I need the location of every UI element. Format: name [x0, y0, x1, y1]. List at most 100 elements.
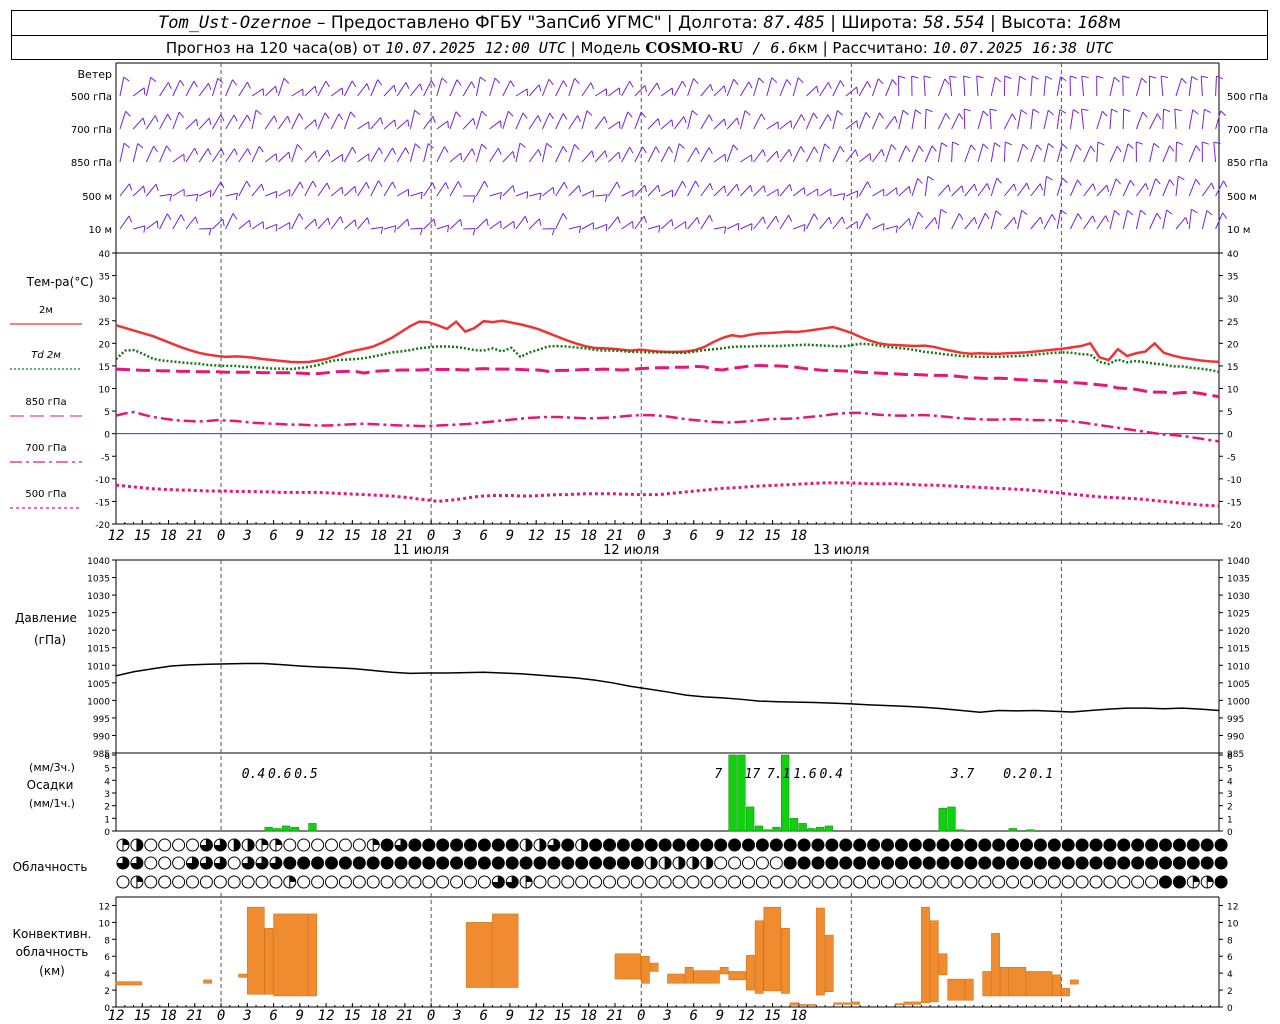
wind-barb-staff	[317, 182, 328, 197]
wind-barb-staff	[700, 214, 710, 230]
time-tick-label: 3	[242, 1008, 251, 1024]
temp-ytick-label: -10	[1227, 476, 1242, 486]
temp-ytick-label-left: 0	[104, 431, 110, 441]
wind-barb-staff	[475, 110, 483, 130]
time-tick-label: 21	[186, 1008, 203, 1024]
wind-barb-flag	[996, 177, 1002, 184]
wind-barb-staff	[225, 192, 238, 197]
cloud-cover-symbol	[227, 856, 241, 870]
wind-barb-staff	[687, 147, 697, 163]
wind-barb-flag	[1032, 108, 1040, 114]
cloud-cover-symbol	[1214, 856, 1228, 870]
wind-barb-flag	[195, 119, 199, 127]
wind-barb-staff	[858, 81, 868, 97]
cloud-cover-symbol	[630, 875, 644, 889]
wind-barb-staff	[185, 118, 197, 130]
cloud-cover-symbol	[311, 875, 325, 889]
wind-barb-staff	[621, 146, 631, 163]
convective-bar	[833, 1002, 852, 1005]
cloud-cover-symbol	[394, 875, 408, 889]
pres-ytick-label-right: 1010	[1227, 662, 1250, 672]
wind-barb-flag	[1005, 141, 1012, 146]
cloud-cover-symbol	[686, 838, 700, 852]
precip-bar	[772, 826, 781, 832]
wind-barb-staff	[634, 215, 645, 230]
wind-barb-staff	[858, 181, 869, 197]
cloud-cover-symbol	[1131, 856, 1145, 870]
wind-barb-flag	[351, 146, 357, 154]
precip-bar	[807, 828, 816, 832]
wind-barb-flag	[949, 75, 957, 78]
cloud-cover-symbol	[894, 856, 908, 870]
wind-barb-flag	[656, 82, 661, 90]
convective-bar	[264, 928, 274, 995]
cloud-cover-fill	[581, 839, 588, 851]
wind-barb-staff	[740, 184, 751, 197]
precip-3h-total: 0.1	[1030, 767, 1053, 782]
wind-barb-staff	[449, 111, 457, 130]
wind-barb-staff	[779, 214, 790, 230]
wind-barb-flag	[758, 77, 765, 84]
cloud-cover-fill	[665, 857, 672, 869]
cloud-cover-symbol	[186, 875, 199, 889]
wind-barb-flag	[841, 216, 846, 224]
wind-barb-staff	[396, 82, 407, 97]
wind-level-label: 10 м	[89, 225, 112, 236]
wind-barb-flag	[208, 228, 212, 236]
convective-bar	[719, 966, 729, 975]
wind-barb-flag	[314, 150, 318, 159]
wind-barb-flag	[736, 117, 740, 125]
wind-barb-staff	[660, 87, 673, 97]
wind-barb-flag	[432, 116, 436, 124]
wind-barb-flag	[1115, 178, 1122, 185]
wind-barb-staff	[634, 184, 646, 197]
cloud-cover-symbol	[978, 856, 992, 870]
cloud-cover-symbol	[491, 856, 505, 870]
wind-barb-staff	[396, 188, 409, 197]
conv-ytick-label: 2	[104, 987, 110, 997]
wind-barb-flag	[419, 228, 423, 236]
wind-barb-flag	[856, 86, 859, 95]
convective-bar	[273, 913, 309, 997]
cloud-cover-symbol	[616, 856, 630, 870]
wind-barb-flag	[539, 193, 542, 201]
wind-barb-flag	[1106, 185, 1110, 193]
wind-barb-flag	[789, 184, 793, 192]
wind-barb-staff	[1135, 210, 1142, 230]
time-tick-label: 9	[716, 528, 724, 544]
time-tick-label: 18	[160, 1008, 177, 1024]
wind-barb-flag	[1059, 109, 1067, 114]
time-tick-label: 21	[607, 528, 624, 544]
wind-barb-flag	[790, 120, 793, 128]
cloud-cover-symbol	[908, 856, 922, 870]
wind-barb-staff	[647, 118, 659, 130]
temp-series-4	[115, 481, 1220, 508]
wind-barb-staff	[185, 147, 196, 163]
wind-barb-flag	[288, 151, 291, 160]
wind-barb-staff	[687, 78, 694, 97]
wind-barb-flag	[562, 113, 568, 120]
wind-barb-staff	[370, 147, 380, 163]
wind-barb-staff	[1215, 76, 1217, 97]
wind-barb-staff	[489, 220, 501, 230]
wind-barb-flag	[447, 225, 450, 233]
wind-barb-staff	[885, 144, 892, 163]
wind-barb-flag	[1166, 209, 1173, 215]
time-tick-label: 0	[217, 1008, 225, 1024]
wind-barb-flag	[1039, 183, 1044, 191]
wind-level-label: 500 м	[82, 192, 112, 203]
wind-barb-staff	[885, 115, 896, 130]
cloud-cover-symbol	[630, 856, 644, 870]
wind-barb-staff	[1175, 216, 1187, 230]
wind-barb-staff	[528, 149, 539, 163]
wind-barb-staff	[634, 111, 642, 130]
wind-barb-staff	[211, 114, 222, 130]
wind-barb-staff	[687, 216, 698, 230]
wind-barb-staff	[819, 216, 830, 230]
wind-barb-flag	[494, 77, 501, 84]
time-tick-label: 15	[554, 1008, 571, 1024]
wind-barb-staff	[1188, 209, 1192, 230]
cloud-cover-symbol	[408, 856, 422, 870]
wind-barb-staff	[1096, 184, 1108, 197]
wind-barb-staff	[409, 110, 416, 130]
